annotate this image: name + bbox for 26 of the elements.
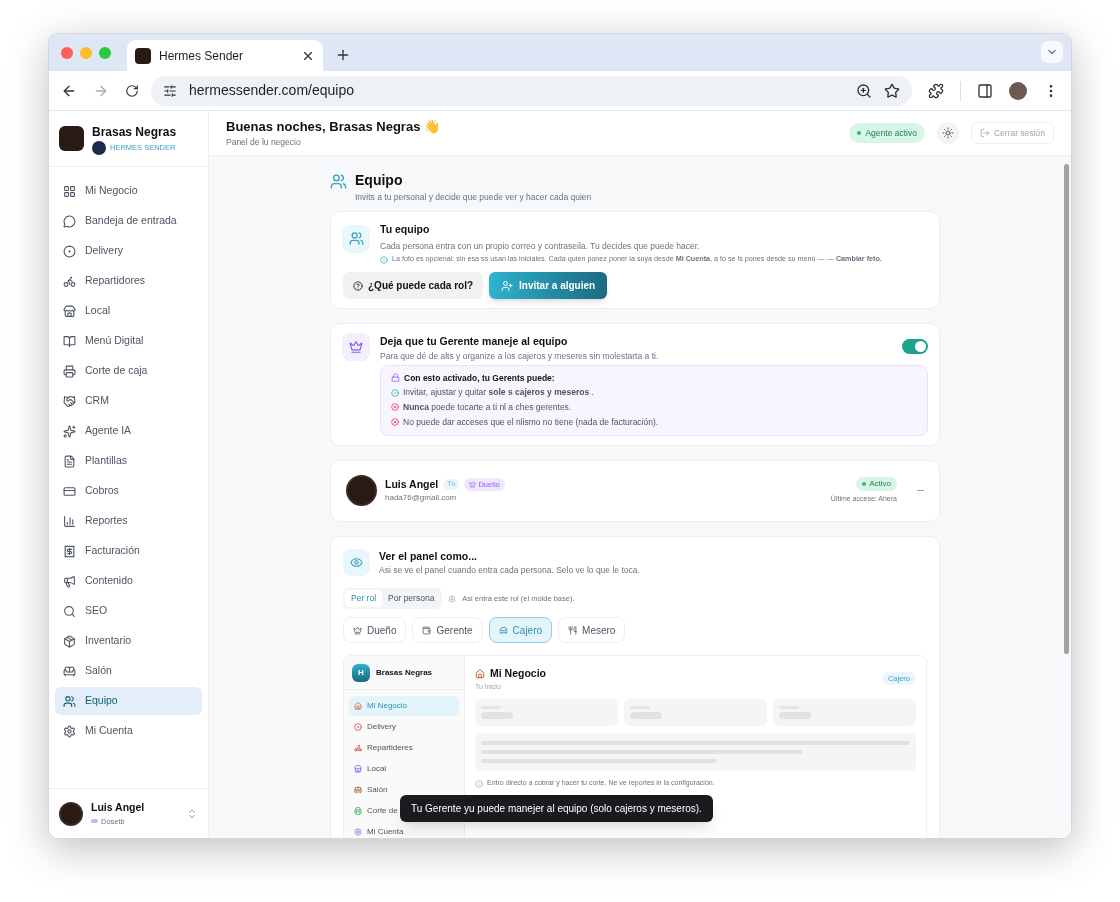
permissions-title: Con esto activado, tu Gerents puede:	[404, 371, 555, 385]
toast: Tu Gerente yu puede manejer al equipo (solo cajeros y meseros).	[400, 795, 713, 822]
card-description: Para que dé de alts y organize a los cajeros y meseres sin molestarta a ti.	[380, 349, 660, 363]
active-status-badge: Activo	[856, 476, 897, 491]
card-description: Cada persona entra con un propio correo y contraseila. Tu decides que puede hacer.	[380, 239, 701, 253]
preview-brand: Brasas Negras	[376, 666, 433, 679]
tab-title: Hermes Sender	[159, 47, 245, 65]
permission-rule: Invitar, ajustar y quitar sole s cajeros y meseros .	[403, 386, 594, 400]
preview-title: Mi Negocio	[490, 666, 546, 682]
card-description: Asi se ve el panel cuando entra cada persona. Selo ve lo que le toca.	[379, 564, 640, 578]
permission-rule: Nunca poede tocarte a ti nl a ches gerentes.	[403, 401, 572, 414]
greeting: Buenas noches, Brasas Negras 👋	[226, 117, 441, 136]
brand-name: Brasas Negras	[92, 123, 177, 141]
page-subtitle: Invits a tu personal y decide que puede ver y hacer cada quien	[355, 191, 592, 204]
user-name: Luis Angel	[91, 800, 146, 815]
page-title: Equipo	[355, 171, 404, 190]
card-title: Ver el panel como...	[379, 548, 479, 564]
header-subtitle: Panel de lu negecio	[226, 136, 302, 150]
url-text: hermessender.com/equipo	[189, 81, 355, 100]
card-title: Tu equipo	[380, 221, 431, 237]
permission-rule: No puede dar acceses que el nlismo no tiene (nada de facturación).	[403, 415, 659, 429]
member-name: Luis Angel	[385, 476, 439, 492]
preview-logo: H	[352, 663, 370, 682]
card-title: Deja que tu Gerente maneje al equipo	[380, 334, 569, 350]
agent-status-badge: Agente activo	[849, 123, 925, 143]
member-email: hada76@gmail.com	[385, 492, 458, 505]
